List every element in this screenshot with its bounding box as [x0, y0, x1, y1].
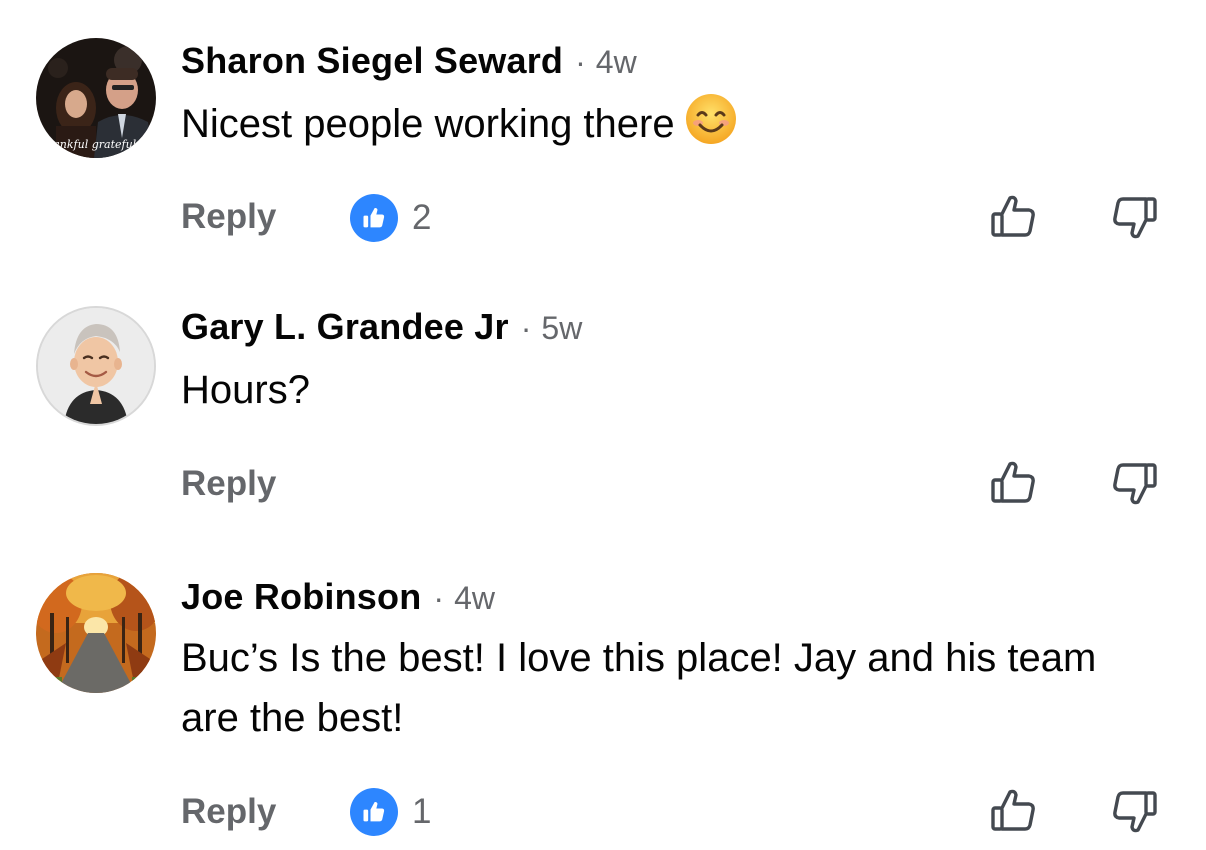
- timestamp[interactable]: 5w: [541, 310, 582, 347]
- avatar-photo: thankful grateful bl: [36, 38, 156, 158]
- thumbs-down-icon[interactable]: [1110, 460, 1158, 508]
- thumbs-up-icon[interactable]: [990, 786, 1038, 834]
- author-line: Gary L. Grandee Jr · 5w: [181, 306, 582, 350]
- author-line: Sharon Siegel Seward · 4w: [181, 40, 637, 84]
- avatar-photo: [36, 573, 156, 693]
- separator-dot: ·: [520, 310, 532, 346]
- comment-item: thankful grateful bl Sharon Siegel Sewar…: [0, 0, 1206, 270]
- thumbs-down-icon[interactable]: [1110, 194, 1158, 242]
- timestamp[interactable]: 4w: [454, 580, 495, 617]
- comment-item: Joe Robinson · 4w Buc’s Is the best! I l…: [0, 540, 1206, 850]
- thumbs-up-icon[interactable]: [990, 192, 1038, 240]
- comment-text-block: Nicest people working there: [181, 93, 1161, 154]
- comment-text: Nicest people working there: [181, 102, 675, 146]
- separator-dot: ·: [575, 44, 586, 80]
- like-reaction-icon: [350, 194, 398, 242]
- memoji-avatar: [38, 308, 154, 424]
- like-count: 2: [412, 198, 432, 237]
- author-name[interactable]: Joe Robinson: [181, 576, 421, 618]
- avatar[interactable]: [36, 306, 156, 426]
- comment-text: Hours?: [181, 368, 310, 412]
- smiling-face-icon: [685, 93, 737, 145]
- separator-dot: ·: [433, 580, 445, 616]
- avatar[interactable]: thankful grateful bl: [36, 38, 156, 158]
- author-name[interactable]: Gary L. Grandee Jr: [181, 306, 509, 348]
- thumbs-down-icon[interactable]: [1110, 788, 1158, 836]
- reply-button[interactable]: Reply: [181, 792, 276, 832]
- author-line: Joe Robinson · 4w: [181, 576, 495, 620]
- avatar[interactable]: [36, 573, 156, 693]
- author-name[interactable]: Sharon Siegel Seward: [181, 40, 563, 82]
- like-reaction-icon: [350, 788, 398, 836]
- reaction-summary[interactable]: 2: [350, 194, 431, 242]
- like-count: 1: [412, 792, 432, 831]
- reply-button[interactable]: Reply: [181, 464, 276, 504]
- timestamp[interactable]: 4w: [596, 44, 637, 81]
- thumbs-up-icon[interactable]: [990, 458, 1038, 506]
- avatar-caption: thankful grateful bl: [42, 138, 151, 151]
- reply-button[interactable]: Reply: [181, 197, 276, 237]
- comment-item: Gary L. Grandee Jr · 5w Hours? Reply: [0, 270, 1206, 540]
- reaction-summary[interactable]: 1: [350, 788, 431, 836]
- comment-text: Buc’s Is the best! I love this place! Ja…: [181, 636, 1097, 740]
